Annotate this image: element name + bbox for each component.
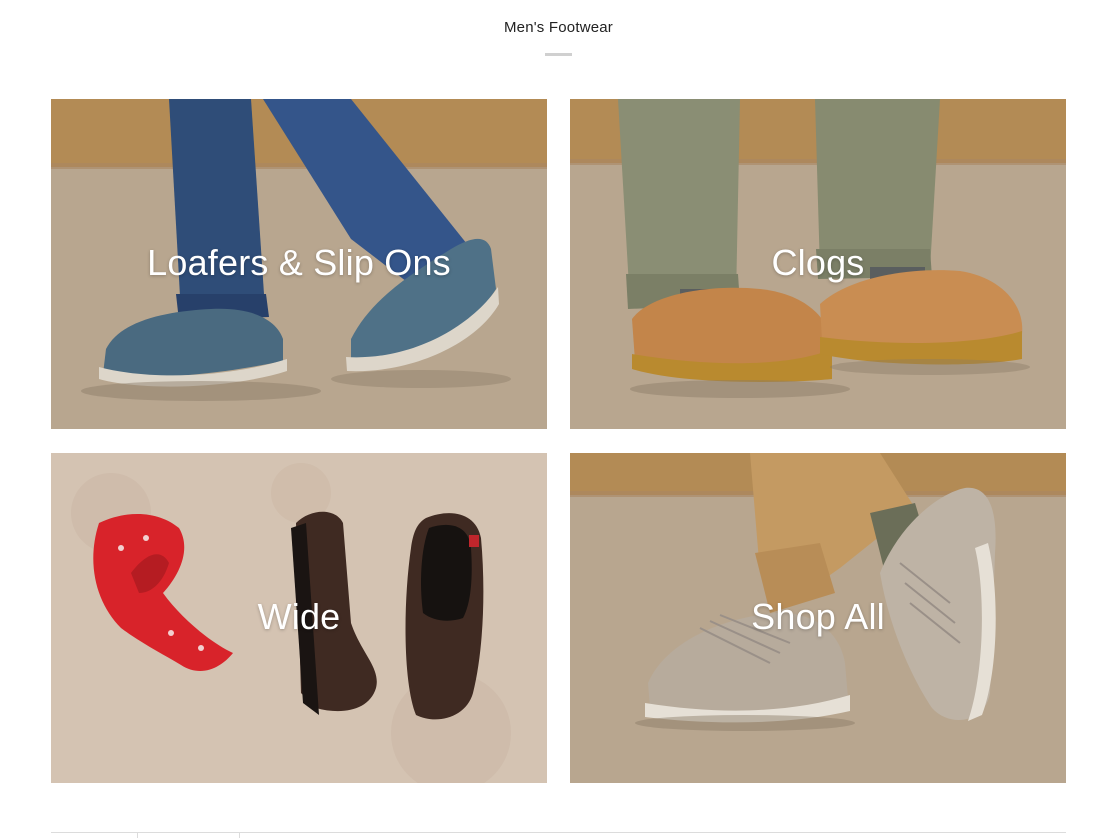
divider-segment: [239, 833, 240, 838]
bottom-divider-bar: [51, 832, 1066, 838]
mens-footwear-page: Men's Footwear Loafers & Slip Ons Clogs …: [0, 0, 1117, 838]
tile-label: Shop All: [751, 596, 885, 637]
tile-label: Wide: [257, 596, 341, 637]
section-title: Men's Footwear: [503, 19, 614, 36]
title-underline: [545, 53, 572, 56]
category-tile-wide[interactable]: Wide: [51, 453, 547, 783]
category-tile-clogs[interactable]: Clogs: [570, 99, 1066, 429]
category-tile-shop-all[interactable]: Shop All: [570, 453, 1066, 783]
tile-label: Loafers & Slip Ons: [147, 242, 451, 283]
tile-label: Clogs: [771, 242, 865, 283]
category-tile-loafers-slip-ons[interactable]: Loafers & Slip Ons: [51, 99, 547, 429]
divider-segment: [137, 833, 138, 838]
